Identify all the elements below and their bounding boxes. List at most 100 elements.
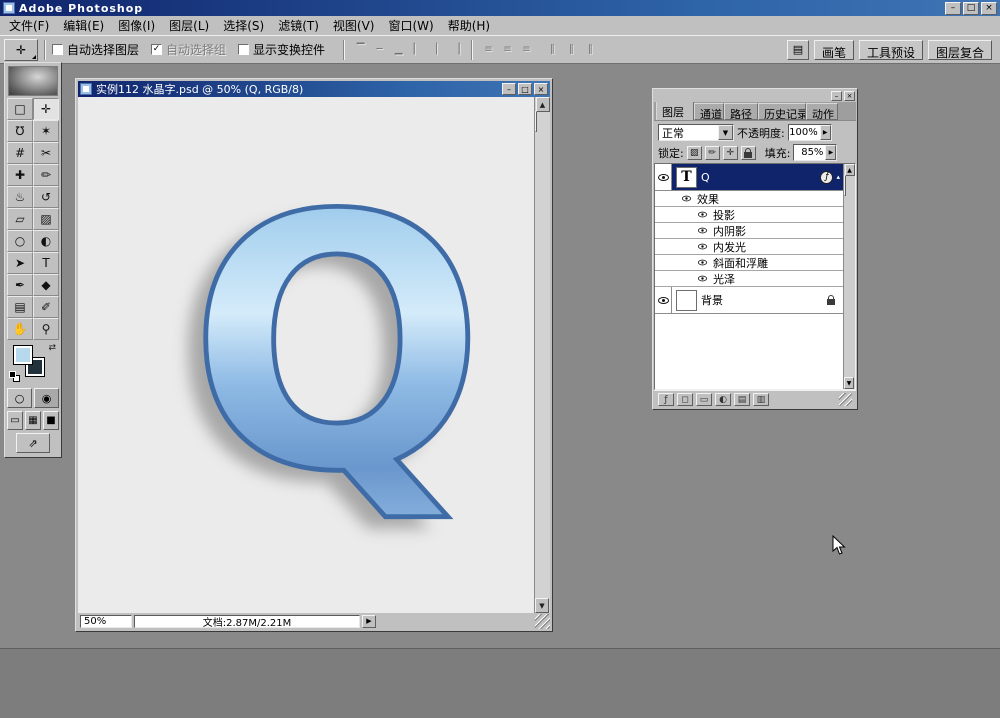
text-layer-thumbnail[interactable]: T [676,167,697,188]
tool-hand-button[interactable]: ✋ [7,318,33,340]
menu-window[interactable]: 窗口(W) [381,15,440,36]
menu-select[interactable]: 选择(S) [216,15,271,36]
tool-eraser-button[interactable]: ▱ [7,208,33,230]
tool-magic-wand-button[interactable]: ✶ [33,120,59,142]
menu-file[interactable]: 文件(F) [2,15,56,36]
scrollbar-thumb[interactable] [535,111,537,132]
tool-brush-button[interactable]: ✏ [33,164,59,186]
chevron-down-icon[interactable]: ▼ [718,125,733,140]
distribute-horizontal-center-button[interactable]: ∥ [563,41,580,58]
effects-header-row[interactable]: 效果 [655,191,843,207]
tool-clone-stamp-button[interactable]: ♨ [7,186,33,208]
distribute-right-button[interactable]: ∥ [582,41,599,58]
auto-select-group-checkbox[interactable]: ✓ [151,44,162,55]
add-layer-style-button[interactable]: ƒ [658,393,674,406]
scroll-up-icon[interactable]: ▲ [845,164,855,176]
document-close-button[interactable]: × [534,83,548,95]
default-colors-icon[interactable] [9,371,21,383]
new-layer-button[interactable]: ▤ [734,393,750,406]
delete-layer-button[interactable]: ▥ [753,393,769,406]
layer-style-badge[interactable]: ƒ [820,171,833,184]
full-screen-menubar-mode-button[interactable]: ▦ [25,411,41,430]
eye-icon[interactable] [698,228,707,234]
scrollbar-thumb[interactable] [844,175,846,196]
menu-edit[interactable]: 编辑(E) [56,15,111,36]
opacity-field[interactable]: 100% ▶ [788,124,832,141]
tool-notes-button[interactable]: ▤ [7,296,33,318]
scroll-down-icon[interactable]: ▼ [535,598,549,613]
zoom-level-field[interactable]: 50% [80,615,132,628]
show-transform-controls-checkbox[interactable]: ✓ [238,44,249,55]
file-browser-button[interactable]: ▤ [787,40,809,60]
tool-zoom-button[interactable]: ⚲ [33,318,59,340]
status-popup-button[interactable]: ▶ [362,615,376,628]
fill-field[interactable]: 85% ▶ [793,144,837,161]
tool-rectangular-marquee-button[interactable]: □ [7,98,33,120]
lock-position-button[interactable]: ✛ [723,146,738,160]
tool-shape-button[interactable]: ◆ [33,274,59,296]
align-bottom-button[interactable]: ▁ [390,41,407,58]
foreground-color-swatch[interactable] [13,345,33,365]
tool-pen-button[interactable]: ✒ [7,274,33,296]
tool-crop-button[interactable]: # [7,142,33,164]
auto-select-layer-checkbox[interactable]: ✓ [52,44,63,55]
background-layer-thumbnail[interactable] [676,290,697,311]
fill-slider-icon[interactable]: ▶ [825,145,836,160]
layer-row-text-q[interactable]: T Q ƒ ▴ [655,164,843,191]
align-vertical-center-button[interactable]: ─ [371,41,388,58]
effect-row-inner-glow[interactable]: 内发光 [655,239,843,255]
blend-mode-select[interactable]: 正常 ▼ [658,124,734,141]
eye-icon[interactable] [698,212,707,218]
palette-resize-grip[interactable] [839,393,852,406]
tab-actions[interactable]: 动作 [806,103,838,120]
tool-type-button[interactable]: T [33,252,59,274]
palette-titlebar[interactable]: – × [654,90,856,102]
effect-row-drop-shadow[interactable]: 投影 [655,207,843,223]
align-horizontal-center-button[interactable]: │ [428,41,445,58]
align-left-button[interactable]: ▏ [409,41,426,58]
quick-mask-mode-button[interactable]: ◉ [34,388,59,408]
tab-paths[interactable]: 路径 [724,103,758,120]
tool-blur-button[interactable]: ○ [7,230,33,252]
palette-close-button[interactable]: × [844,91,855,101]
palette-collapse-button[interactable]: – [831,91,842,101]
menu-filter[interactable]: 滤镜(T) [271,15,326,36]
effect-row-satin[interactable]: 光泽 [655,271,843,287]
distribute-bottom-button[interactable]: ≡ [518,41,535,58]
menu-image[interactable]: 图像(I) [111,15,162,36]
add-layer-mask-button[interactable]: ◻ [677,393,693,406]
layers-scrollbar[interactable]: ▲ ▼ [843,164,855,389]
menu-help[interactable]: 帮助(H) [441,15,497,36]
standard-mode-button[interactable]: ○ [7,388,32,408]
layer-name[interactable]: 背景 [701,292,723,308]
tool-preset-picker[interactable]: ✛ [4,39,38,61]
effect-row-inner-shadow[interactable]: 内阴影 [655,223,843,239]
eye-icon[interactable] [682,196,691,202]
align-top-button[interactable]: ▔ [352,41,369,58]
lock-all-button[interactable] [741,146,756,160]
window-resize-grip[interactable] [535,614,550,629]
restore-button[interactable]: □ [963,2,979,15]
visibility-cell[interactable] [655,164,672,190]
tool-gradient-button[interactable]: ▨ [33,208,59,230]
menu-view[interactable]: 视图(V) [326,15,382,36]
lock-transparent-pixels-button[interactable]: ▨ [687,146,702,160]
scroll-up-icon[interactable]: ▲ [536,97,550,112]
tool-eyedropper-button[interactable]: ✐ [33,296,59,318]
tool-history-brush-button[interactable]: ↺ [33,186,59,208]
tab-channels[interactable]: 通道 [694,103,724,120]
standard-screen-mode-button[interactable]: ▭ [7,411,23,430]
distribute-left-button[interactable]: ∥ [544,41,561,58]
eye-icon[interactable] [698,276,707,282]
distribute-vertical-center-button[interactable]: ≡ [499,41,516,58]
new-adjustment-layer-button[interactable]: ◐ [715,393,731,406]
align-right-button[interactable]: ▕ [447,41,464,58]
close-button[interactable]: × [981,2,997,15]
new-group-button[interactable]: ▭ [696,393,712,406]
tab-layers[interactable]: 图层 [656,102,694,120]
eye-icon[interactable] [698,244,707,250]
lock-image-pixels-button[interactable]: ✏ [705,146,720,160]
scroll-down-icon[interactable]: ▼ [844,377,854,389]
full-screen-mode-button[interactable]: ■ [43,411,59,430]
effect-row-bevel-emboss[interactable]: 斜面和浮雕 [655,255,843,271]
